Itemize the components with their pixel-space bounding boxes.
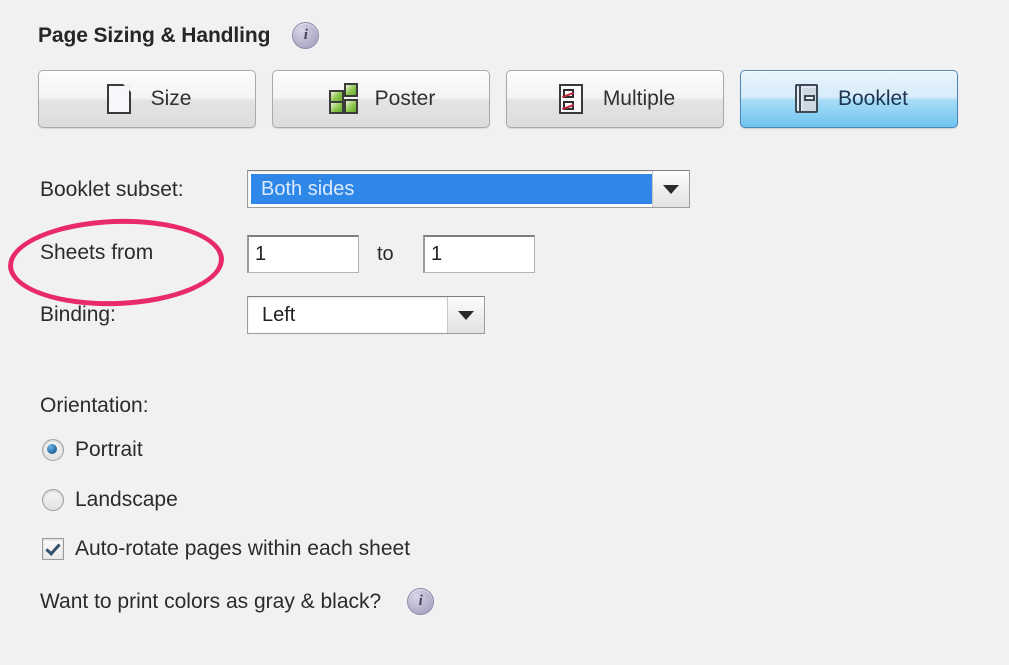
- multiple-button[interactable]: Multiple: [506, 70, 724, 128]
- chevron-down-icon[interactable]: [447, 297, 484, 333]
- info-icon[interactable]: [407, 588, 435, 615]
- checkbox-auto-rotate-indicator[interactable]: [42, 538, 64, 560]
- poster-tiles-icon: [327, 82, 361, 116]
- radio-portrait-label: Portrait: [75, 438, 143, 461]
- sheets-from-input[interactable]: [247, 235, 359, 273]
- checkbox-auto-rotate[interactable]: Auto-rotate pages within each sheet: [42, 537, 410, 561]
- size-button-label: Size: [150, 87, 192, 110]
- multiple-pages-icon: [555, 82, 589, 116]
- page-sizing-mode-buttons: Size Poster Multiple Booklet: [38, 70, 958, 128]
- booklet-subset-dropdown[interactable]: Both sides: [247, 170, 690, 208]
- poster-button-label: Poster: [374, 87, 436, 110]
- gray-black-label: Want to print colors as gray & black?: [40, 589, 382, 613]
- booklet-button-label: Booklet: [837, 87, 909, 110]
- sheets-to-label: to: [377, 243, 394, 265]
- sheets-from-label: Sheets from: [40, 241, 154, 264]
- radio-landscape[interactable]: Landscape: [42, 488, 178, 512]
- booklet-button[interactable]: Booklet: [740, 70, 958, 128]
- size-button[interactable]: Size: [38, 70, 256, 128]
- booklet-icon: [790, 82, 824, 116]
- section-header: Page Sizing & Handling: [38, 22, 320, 49]
- checkbox-auto-rotate-label: Auto-rotate pages within each sheet: [75, 537, 411, 560]
- poster-button[interactable]: Poster: [272, 70, 490, 128]
- page-title: Page Sizing & Handling: [38, 23, 271, 47]
- page-resize-icon: [103, 82, 137, 116]
- binding-value: Left: [262, 303, 296, 326]
- binding-label: Binding:: [40, 303, 116, 326]
- chevron-down-icon[interactable]: [652, 171, 689, 207]
- radio-portrait-indicator[interactable]: [42, 439, 64, 461]
- sheets-to-input[interactable]: [423, 235, 535, 273]
- gray-black-row: Want to print colors as gray & black?: [40, 588, 435, 615]
- multiple-button-label: Multiple: [602, 87, 676, 110]
- radio-landscape-indicator[interactable]: [42, 489, 64, 511]
- binding-dropdown[interactable]: Left: [247, 296, 485, 334]
- radio-portrait[interactable]: Portrait: [42, 438, 143, 462]
- info-icon[interactable]: [292, 22, 320, 49]
- orientation-label: Orientation:: [40, 394, 149, 417]
- booklet-subset-value: Both sides: [251, 174, 652, 204]
- booklet-subset-label: Booklet subset:: [40, 178, 184, 201]
- radio-landscape-label: Landscape: [75, 488, 178, 511]
